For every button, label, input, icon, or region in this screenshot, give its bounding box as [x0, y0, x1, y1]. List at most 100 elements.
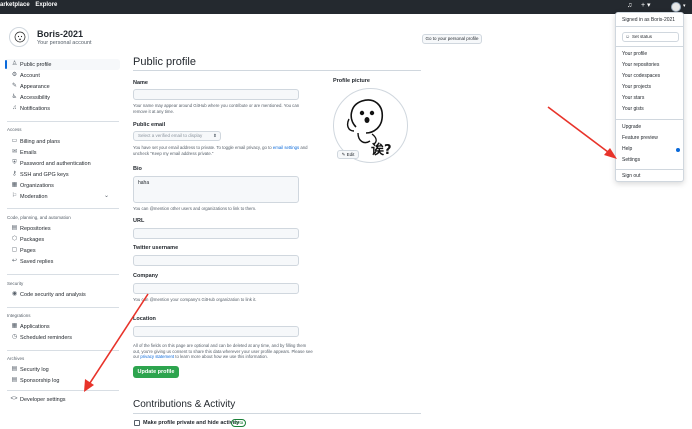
menu-item-your-repositories[interactable]: Your repositories [622, 62, 659, 68]
browser-icon: ▢ [11, 247, 18, 253]
apps-icon: ▦ [11, 323, 18, 329]
nav-marketplace[interactable]: arketplace [0, 2, 30, 8]
sidebar-divider [7, 121, 119, 122]
select-caret-icon: ⬍ [213, 133, 217, 138]
plus-icon[interactable]: + ▾ [641, 1, 651, 9]
avatar-drawing [14, 31, 26, 43]
email-settings-link[interactable]: email settings [273, 145, 299, 150]
sidebar-item-label: Appearance [20, 83, 50, 90]
menu-divider [616, 26, 683, 27]
menu-item-help[interactable]: Help [622, 146, 632, 152]
code-icon: <> [10, 396, 18, 402]
sidebar-item-packages[interactable]: ⬡ Packages [5, 234, 120, 245]
sidebar-item-label: Accessibility [20, 94, 50, 101]
log-icon: ▤ [11, 377, 18, 383]
edit-picture-label: Edit [346, 152, 355, 157]
sidebar-item-label: Notifications [20, 105, 50, 112]
menu-item-sign-out[interactable]: Sign out [622, 173, 640, 179]
location-input[interactable] [133, 326, 299, 337]
chevron-down-icon[interactable]: ▾ [683, 3, 686, 9]
contributions-divider [133, 413, 421, 414]
url-input[interactable] [133, 228, 299, 239]
sidebar-item-label: Developer settings [20, 396, 66, 403]
sidebar-item-moderation[interactable]: ⚐ Moderation ⌄ [5, 191, 120, 202]
menu-item-your-codespaces[interactable]: Your codespaces [622, 73, 660, 79]
sidebar-item-saved-replies[interactable]: ↩ Saved replies [5, 256, 120, 267]
menu-item-your-projects[interactable]: Your projects [622, 84, 651, 90]
user-dropdown-menu: Signed in as Boris-2021 ☺ Set status You… [615, 12, 684, 182]
sidebar-item-pages[interactable]: ▢ Pages [5, 245, 120, 256]
sidebar-divider [7, 350, 119, 351]
company-input[interactable] [133, 283, 299, 294]
user-avatar-menu[interactable] [671, 2, 681, 12]
public-email-select[interactable]: Select a verified email to display ⬍ [133, 131, 221, 141]
sidebar-divider [7, 390, 119, 391]
sidebar-item-label: SSH and GPG keys [20, 171, 69, 178]
company-label: Company [133, 273, 159, 279]
menu-item-upgrade[interactable]: Upgrade [622, 124, 641, 130]
sidebar-item-security-log[interactable]: ▤ Security log [5, 364, 120, 375]
go-to-profile-button[interactable]: Go to your personal profile [422, 34, 482, 44]
account-name[interactable]: Boris-2021 [37, 29, 83, 39]
chevron-down-icon[interactable]: ⌄ [104, 192, 109, 199]
twitter-label: Twitter username [133, 245, 179, 251]
bell-icon: ♫ [12, 105, 17, 111]
report-icon: ⚐ [11, 193, 18, 199]
avatar[interactable] [9, 27, 29, 47]
sidebar-item-password[interactable]: ⛨ Password and authentication [5, 158, 120, 169]
bell-icon[interactable]: ♫ [627, 2, 632, 9]
sidebar-item-billing[interactable]: ▭ Billing and plans [5, 136, 120, 147]
set-status-button[interactable]: ☺ Set status [622, 32, 679, 42]
email-help-text-a: You have set your email address to priva… [133, 145, 273, 150]
shield-lock-icon: ⛨ [12, 160, 17, 166]
menu-item-settings[interactable]: Settings [622, 157, 640, 163]
top-nav-links: arketplace Explore [0, 2, 61, 8]
sidebar-item-label: Moderation [20, 193, 48, 200]
sidebar-item-ssh-keys[interactable]: ⚷ SSH and GPG keys [5, 169, 120, 180]
privacy-statement-link[interactable]: privacy statement [140, 354, 174, 359]
package-icon: ⬡ [11, 236, 18, 242]
name-label: Name [133, 80, 148, 86]
menu-item-your-gists[interactable]: Your gists [622, 106, 644, 112]
sidebar-item-scheduled-reminders[interactable]: ◷ Scheduled reminders [5, 332, 120, 343]
sidebar-heading-code: Code, planning, and automation [7, 215, 71, 220]
nav-explore[interactable]: Explore [35, 2, 57, 8]
menu-item-feature-preview[interactable]: Feature preview [622, 135, 658, 141]
twitter-input[interactable] [133, 255, 299, 266]
top-nav-bar: arketplace Explore ♫ + ▾ ▾ [0, 0, 692, 14]
smiley-icon: ☺ [625, 34, 631, 40]
sidebar-item-applications[interactable]: ▦ Applications [5, 321, 120, 332]
log-icon: ▤ [11, 366, 18, 372]
edit-picture-button[interactable]: ✎ Edit [337, 150, 359, 159]
menu-divider [616, 119, 683, 120]
sidebar-item-repositories[interactable]: ▤ Repositories [5, 223, 120, 234]
sidebar-item-code-security[interactable]: ◉ Code security and analysis [5, 289, 120, 300]
sidebar-item-sponsorship-log[interactable]: ▤ Sponsorship log [5, 375, 120, 386]
sidebar-item-developer-settings[interactable]: <> Developer settings [5, 394, 120, 405]
sidebar-heading-security: Security [7, 281, 24, 286]
sidebar-item-emails[interactable]: ✉ Emails [5, 147, 120, 158]
sidebar-item-appearance[interactable]: ✎ Appearance [5, 81, 120, 92]
sidebar-divider [7, 208, 119, 209]
mail-icon: ✉ [11, 149, 18, 155]
sidebar-item-label: Password and authentication [20, 160, 91, 167]
sidebar-heading-access: Access [7, 127, 22, 132]
profile-picture-label: Profile picture [333, 78, 370, 84]
account-subtitle: Your personal account [37, 40, 92, 46]
sidebar-item-account[interactable]: ⚙ Account [5, 70, 120, 81]
bio-textarea[interactable]: haha [133, 176, 299, 203]
sidebar-item-label: Sponsorship log [20, 377, 60, 384]
sidebar-item-accessibility[interactable]: ♿ Accessibility [5, 92, 120, 103]
reply-icon: ↩ [11, 258, 18, 264]
update-profile-button[interactable]: Update profile [133, 366, 179, 378]
menu-item-your-stars[interactable]: Your stars [622, 95, 644, 101]
bio-label: Bio [133, 166, 142, 172]
menu-divider [616, 169, 683, 170]
name-input[interactable] [133, 89, 299, 100]
page-title: Public profile [133, 56, 196, 68]
menu-item-your-profile[interactable]: Your profile [622, 51, 647, 57]
sidebar-item-organizations[interactable]: ▦ Organizations [5, 180, 120, 191]
private-profile-checkbox[interactable] [134, 420, 140, 426]
sidebar-item-public-profile[interactable]: ♙ Public profile [5, 59, 120, 70]
sidebar-item-notifications[interactable]: ♫ Notifications [5, 103, 120, 114]
